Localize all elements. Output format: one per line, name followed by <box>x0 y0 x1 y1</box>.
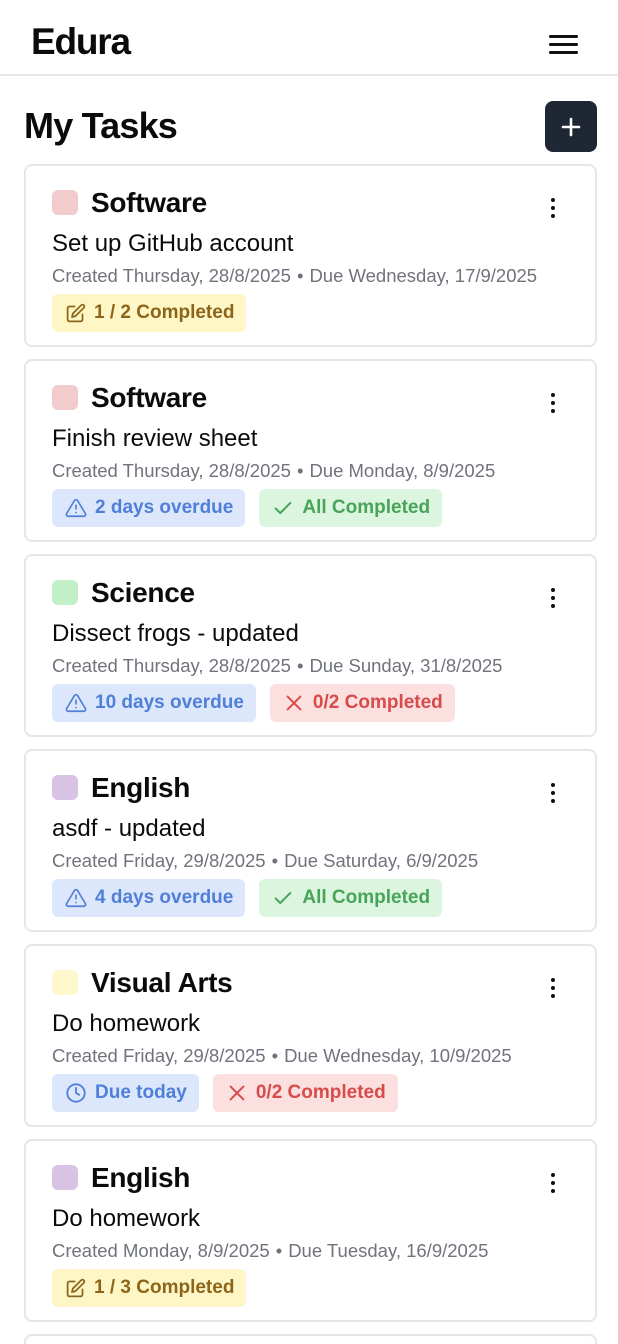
task-card[interactable]: Visual Arts Do homework Created Friday, … <box>24 944 597 1127</box>
status-badge: Due today <box>52 1074 199 1112</box>
task-card[interactable]: Software Set up GitHub account Created T… <box>24 164 597 347</box>
task-title: Set up GitHub account <box>52 230 294 257</box>
separator: • <box>271 850 279 871</box>
created-date: Created Monday, 8/9/2025 <box>52 1240 270 1261</box>
warning-icon <box>65 692 95 714</box>
badge-label: 4 days overdue <box>95 887 234 908</box>
subject-name: Software <box>91 187 207 218</box>
badge-row: Due today 0/2 Completed <box>52 1074 398 1112</box>
status-badge: 4 days overdue <box>52 879 246 917</box>
separator: • <box>296 265 304 286</box>
task-card[interactable]: Science Dissect frogs - updated Created … <box>24 554 597 737</box>
status-badge: 0/2 Completed <box>212 1074 398 1112</box>
subject-name: English <box>91 1162 191 1193</box>
created-date: Created Friday, 29/8/2025 <box>52 1045 266 1066</box>
status-badge: 10 days overdue <box>52 684 256 722</box>
task-title: Do homework <box>52 1205 201 1232</box>
task-dates: Created Friday, 29/8/2025 • Due Wednesday,… <box>52 1044 512 1068</box>
check-icon <box>272 887 302 909</box>
x-icon <box>226 1082 256 1104</box>
plus-icon <box>561 117 581 136</box>
top-navbar: Edura <box>0 0 618 76</box>
hamburger-menu-icon[interactable] <box>546 30 582 60</box>
badge-row: 2 days overdue All Completed <box>52 489 443 527</box>
badge-row: 10 days overdue 0/2 Completed <box>52 684 455 722</box>
page-title: My Tasks <box>24 105 178 146</box>
badge-label: Due today <box>95 1082 187 1103</box>
subject-color-swatch <box>52 775 78 800</box>
task-card[interactable]: English asdf - updated Created Friday, 2… <box>24 749 597 932</box>
task-card[interactable]: English Do homework Created Monday, 8/9/… <box>24 1139 597 1322</box>
badge-label: 10 days overdue <box>95 692 244 713</box>
app-logo[interactable]: Edura <box>31 20 131 64</box>
task-dates: Created Friday, 29/8/2025 • Due Saturday, … <box>52 849 478 873</box>
badge-label: All Completed <box>302 497 431 518</box>
pencil-icon <box>65 303 94 324</box>
more-options-icon[interactable] <box>544 196 562 222</box>
badge-label: 2 days overdue <box>95 497 234 518</box>
created-date: Created Friday, 29/8/2025 <box>52 850 266 871</box>
due-date: Due Saturday, 6/9/2025 <box>284 850 479 871</box>
task-card[interactable] <box>24 1334 597 1344</box>
due-date: Due Wednesday, 17/9/2025 <box>309 265 538 286</box>
separator: • <box>275 1240 283 1261</box>
x-icon <box>283 692 313 714</box>
due-date: Due Monday, 8/9/2025 <box>309 460 496 481</box>
subject-color-swatch <box>52 580 78 605</box>
subject-color-swatch <box>52 1165 78 1190</box>
task-dates: Created Thursday, 28/8/2025 • Due Monday, … <box>52 459 495 483</box>
task-title: Dissect frogs - updated <box>52 620 299 647</box>
badge-row: 1 / 3 Completed <box>52 1269 247 1307</box>
task-dates: Created Thursday, 28/8/2025 • Due Wednesda… <box>52 264 537 288</box>
due-date: Due Tuesday, 16/9/2025 <box>288 1240 489 1261</box>
badge-label: 0/2 Completed <box>312 692 443 713</box>
task-title: asdf - updated <box>52 815 206 842</box>
status-badge: All Completed <box>259 489 443 527</box>
subject-name: Software <box>91 382 207 413</box>
status-badge: All Completed <box>259 879 443 917</box>
subject-name: Visual Arts <box>91 967 233 998</box>
status-badge: 1 / 2 Completed <box>52 294 247 332</box>
status-badge: 2 days overdue <box>52 489 246 527</box>
more-options-icon[interactable] <box>544 586 562 612</box>
warning-icon <box>65 497 95 519</box>
status-badge: 0/2 Completed <box>269 684 455 722</box>
task-card[interactable]: Software Finish review sheet Created Thu… <box>24 359 597 542</box>
warning-icon <box>65 887 95 909</box>
created-date: Created Thursday, 28/8/2025 <box>52 265 291 286</box>
badge-label: All Completed <box>302 887 431 908</box>
created-date: Created Thursday, 28/8/2025 <box>52 460 291 481</box>
subject-color-swatch <box>52 190 78 215</box>
created-date: Created Thursday, 28/8/2025 <box>52 655 291 676</box>
task-list: Software Set up GitHub account Created T… <box>24 164 597 1344</box>
subject-color-swatch <box>52 970 78 995</box>
separator: • <box>271 1045 279 1066</box>
badge-label: 1 / 2 Completed <box>94 302 235 323</box>
status-badge: 1 / 3 Completed <box>52 1269 247 1307</box>
due-date: Due Sunday, 31/8/2025 <box>309 655 503 676</box>
more-options-icon[interactable] <box>544 781 562 807</box>
check-icon <box>272 497 302 519</box>
due-date: Due Wednesday, 10/9/2025 <box>284 1045 512 1066</box>
subject-color-swatch <box>52 385 78 410</box>
separator: • <box>296 655 304 676</box>
add-task-button[interactable] <box>545 101 597 152</box>
task-dates: Created Thursday, 28/8/2025 • Due Sunday, … <box>52 654 502 678</box>
more-options-icon[interactable] <box>544 976 562 1002</box>
task-title: Do homework <box>52 1010 201 1037</box>
subject-name: Science <box>91 577 195 608</box>
task-title: Finish review sheet <box>52 425 258 452</box>
badge-row: 4 days overdue All Completed <box>52 879 443 917</box>
clock-icon <box>65 1082 95 1104</box>
badge-label: 0/2 Completed <box>255 1082 386 1103</box>
subject-name: English <box>91 772 191 803</box>
separator: • <box>296 460 304 481</box>
task-dates: Created Monday, 8/9/2025 • Due Tuesday, 16… <box>52 1239 488 1263</box>
more-options-icon[interactable] <box>544 1171 562 1197</box>
badge-label: 1 / 3 Completed <box>94 1277 235 1298</box>
more-options-icon[interactable] <box>544 391 562 417</box>
badge-row: 1 / 2 Completed <box>52 294 247 332</box>
pencil-icon <box>65 1278 94 1299</box>
